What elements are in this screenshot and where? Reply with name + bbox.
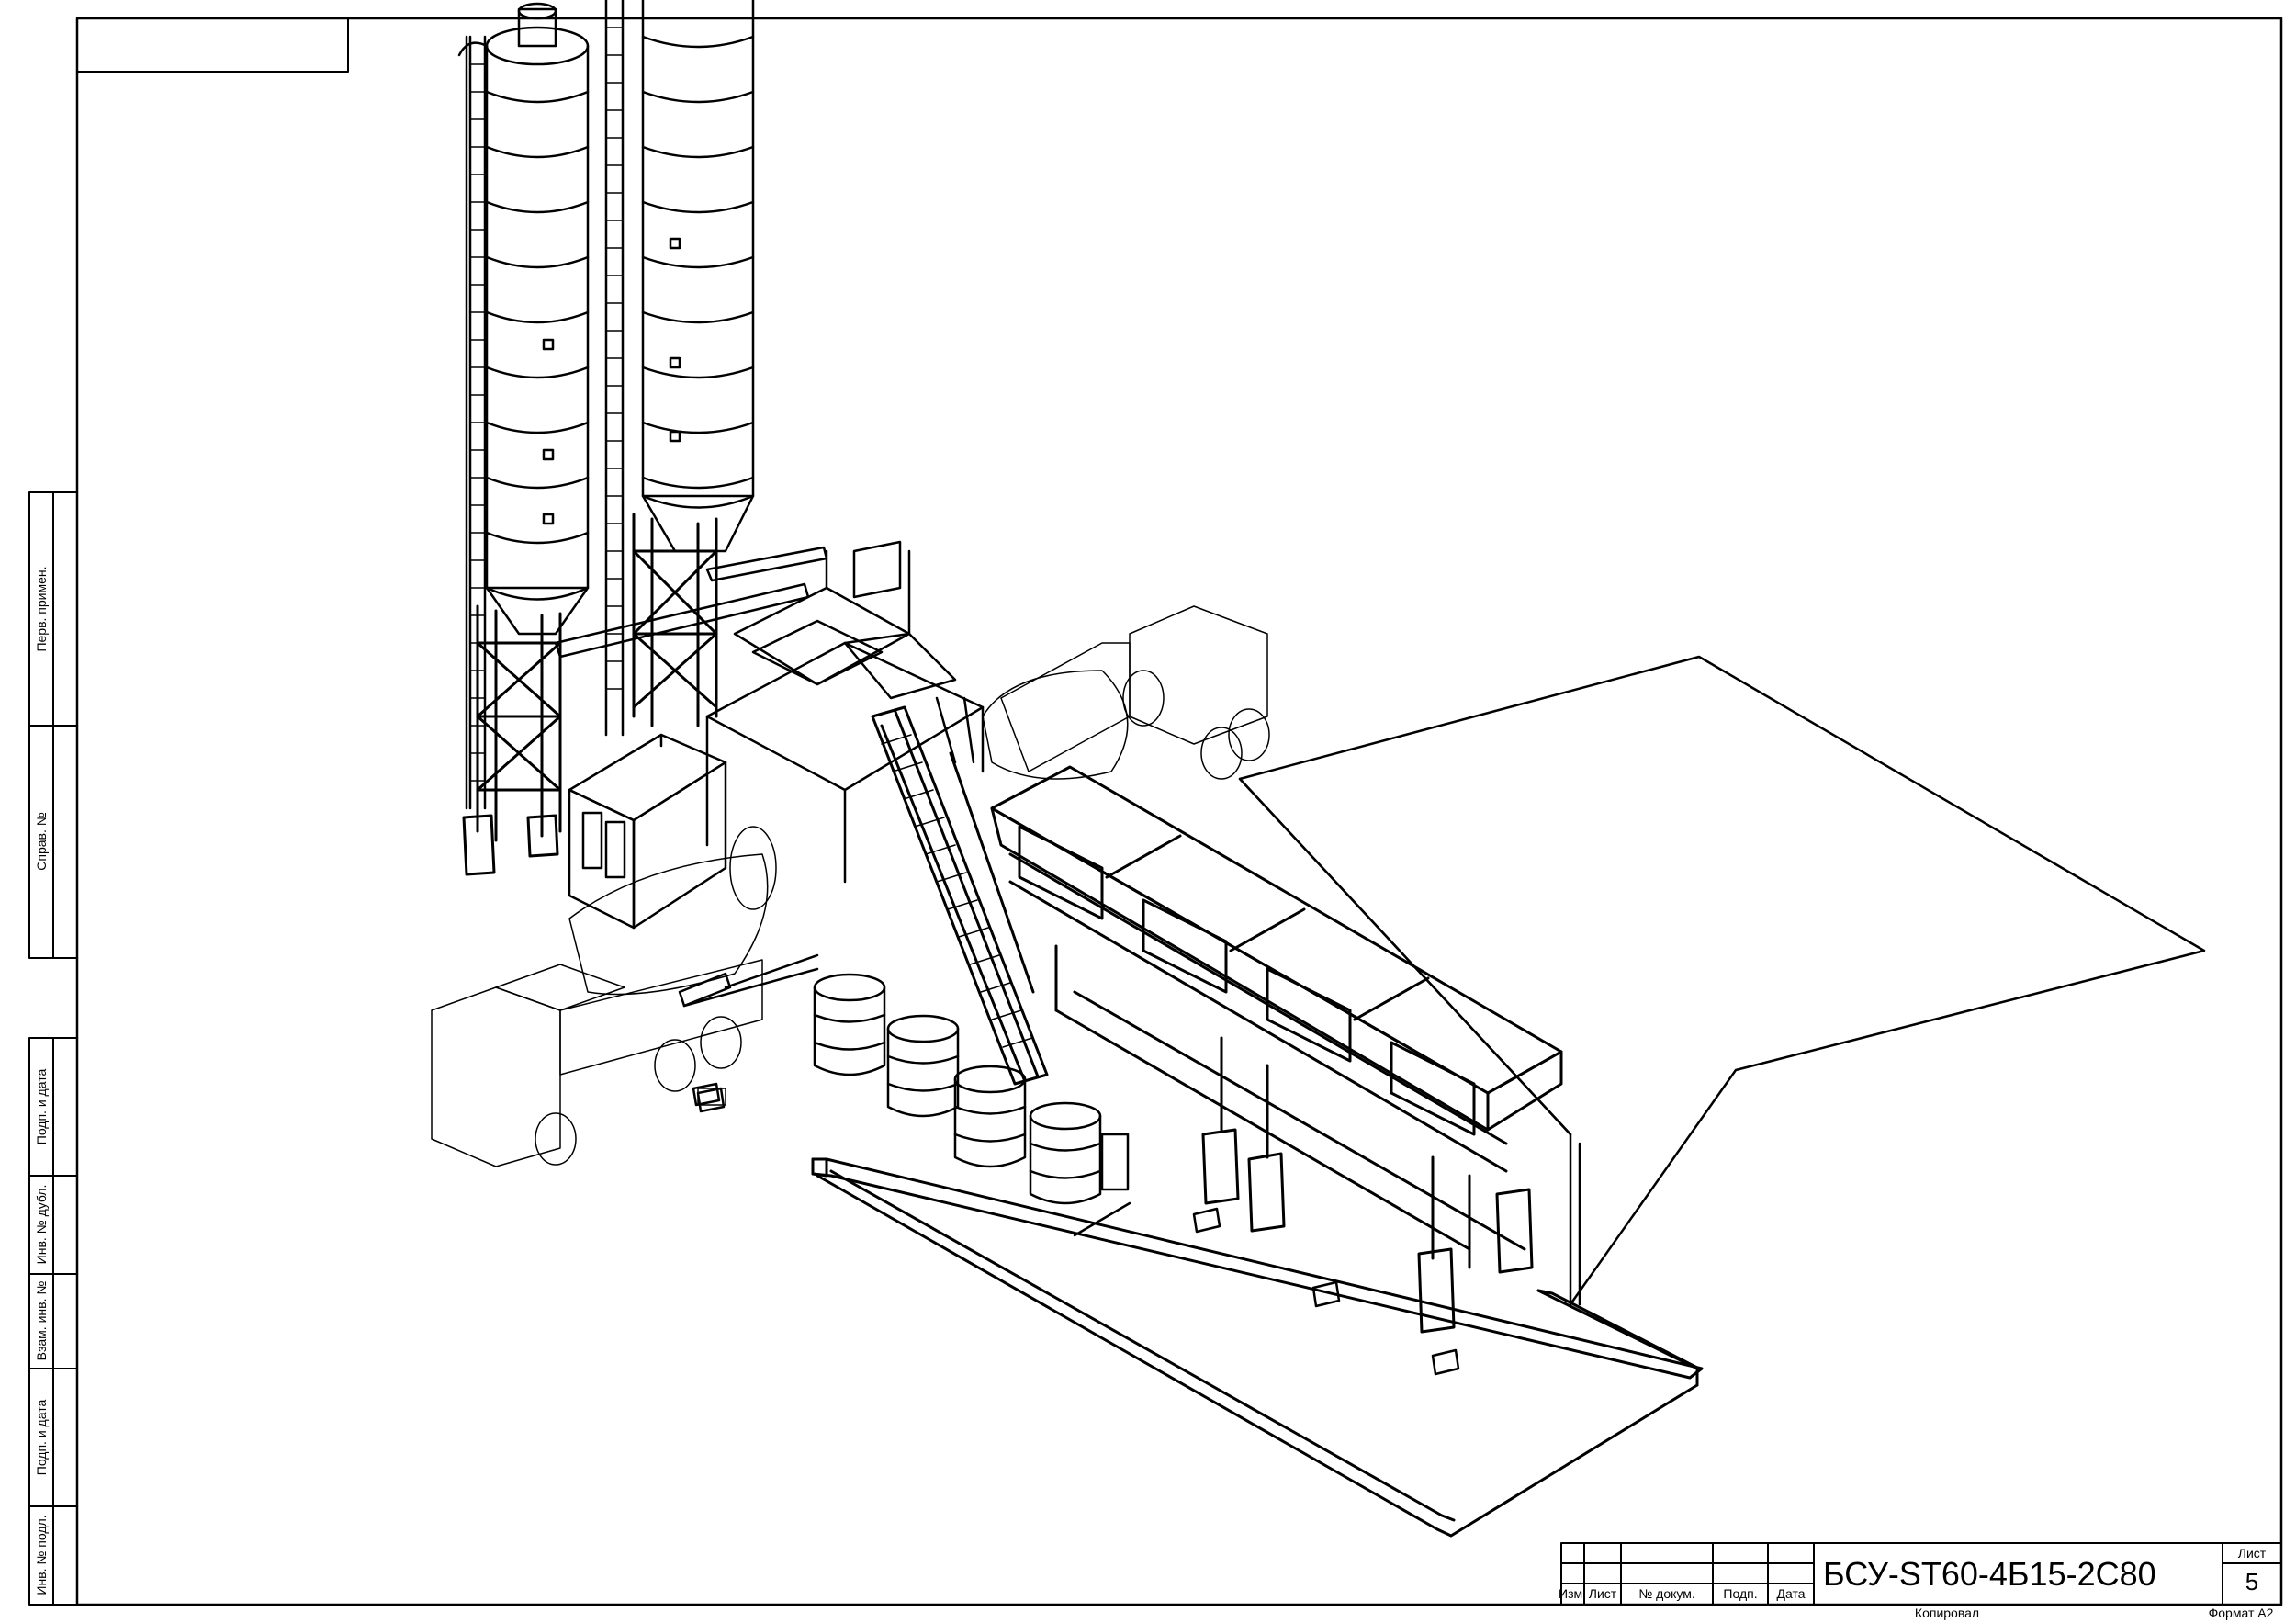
title-block-format: Формат А2 [2208,1606,2274,1620]
title-block-podp: Подп. [1723,1586,1758,1601]
margin-label-podp-data-2: Подп. и дата [34,1399,49,1476]
silo-left-support-frame [462,604,562,876]
sheet-number: 5 [2245,1568,2259,1595]
screw-conveyors [554,546,828,659]
margin-label-perv-primen: Перв. примен. [34,566,49,652]
title-block-izm: Изм. [1559,1586,1586,1601]
silo-right-ladder-rungs [605,27,624,690]
margin-label-inv-dubl: Инв. № дубл. [34,1184,49,1265]
title-block-list-col: Лист [1588,1586,1617,1601]
ground-slope [1238,655,2206,1306]
retaining-wall [811,1157,1704,1538]
mixer-truck-left [431,826,777,1167]
title-block-kopiroval: Копировал [1914,1606,1980,1620]
margin-label-sprav-no: Справ. № [34,812,49,871]
title-block-list-label: Лист [2237,1546,2267,1561]
aggregate-bins [990,765,1563,1173]
top-left-stamp-box [76,17,349,73]
title-block-no-dokum: № докум. [1638,1586,1695,1601]
margin-label-podp-data-1: Подп. и дата [34,1068,49,1145]
drawing-designation: БСУ-ST60-4Б15-2С80 [1823,1555,2156,1593]
margin-label-inv-podl: Инв. № подл. [34,1515,49,1595]
title-block-data: Дата [1776,1586,1806,1601]
control-cabin [568,733,727,930]
cement-silo-right [604,0,755,737]
water-tanks [813,973,1131,1237]
drawing-sheet [28,0,2283,1606]
inclined-conveyor [871,705,1049,1086]
margin-label-vzam-inv: Взам. инв. № [34,1280,49,1361]
mixer-truck-right [982,605,1270,780]
silo-right-support-frame [632,513,718,727]
